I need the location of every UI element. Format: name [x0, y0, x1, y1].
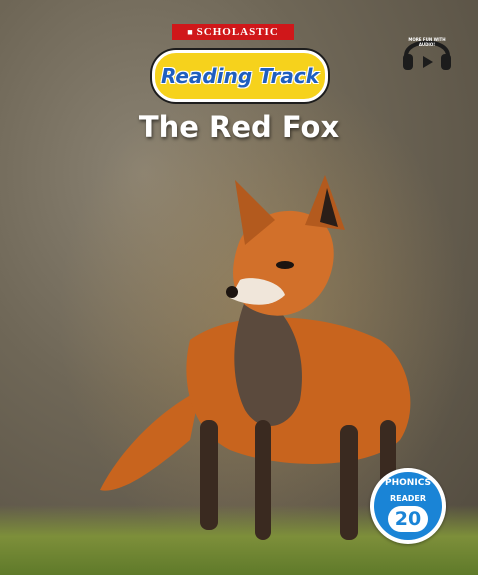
series-logo: Reading Track	[152, 50, 328, 102]
book-cover: ■ SCHOLASTIC Reading Track The Red Fox M…	[0, 0, 478, 575]
badge-number: 20	[388, 506, 428, 532]
fox-eye	[276, 261, 294, 269]
fox-leg	[340, 425, 358, 540]
fox-leg	[255, 420, 271, 540]
book-icon: ■	[187, 27, 194, 37]
fox-nose	[226, 286, 238, 298]
publisher-label: SCHOLASTIC	[196, 26, 279, 38]
book-title: The Red Fox	[138, 110, 340, 144]
badge-phonics-label: PHONICS	[385, 478, 431, 488]
audio-label: MORE FUN WITH AUDIO!	[408, 37, 446, 47]
fox-tail	[100, 390, 200, 491]
series-label: Reading Track	[160, 64, 320, 88]
fox-leg	[200, 420, 218, 530]
phonics-reader-badge: PHONICS READER 20	[370, 468, 446, 544]
publisher-logo: ■ SCHOLASTIC	[172, 24, 294, 40]
headphones-play-icon	[403, 40, 451, 70]
badge-reader-label: READER	[389, 494, 427, 503]
badge-circle: PHONICS READER 20	[374, 472, 442, 540]
